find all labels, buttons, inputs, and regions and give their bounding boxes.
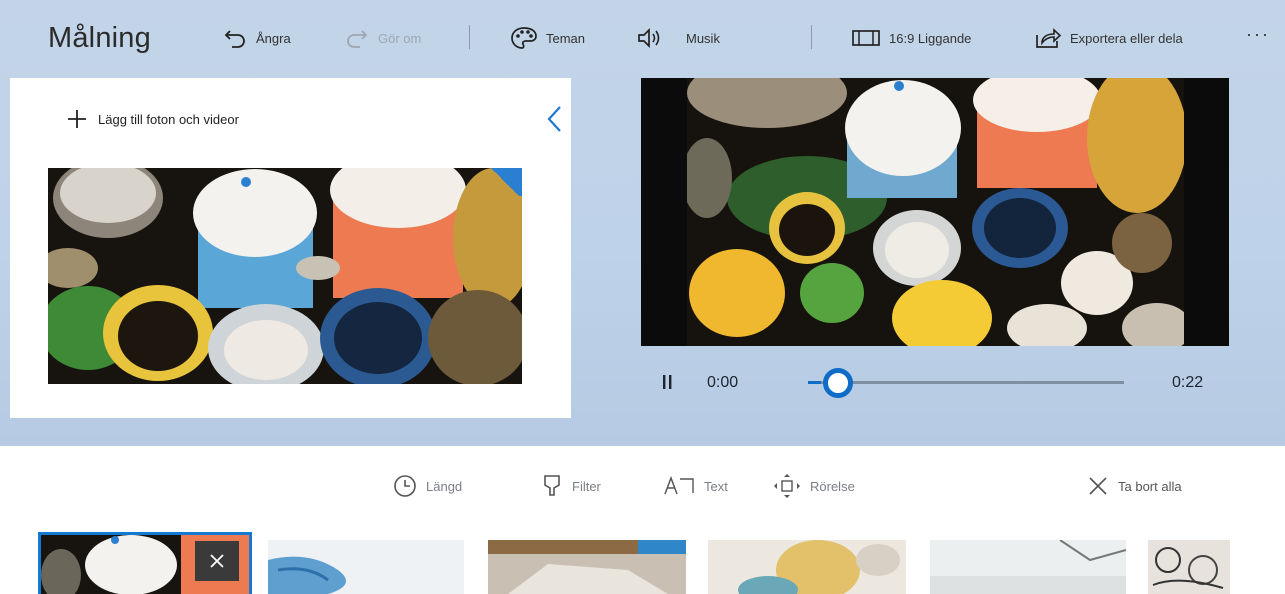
sketch-image xyxy=(930,540,1126,594)
close-icon xyxy=(210,554,224,568)
toolbar-divider xyxy=(469,25,470,49)
remove-all-button[interactable]: Ta bort alla xyxy=(1086,474,1182,498)
selection-corner-marker xyxy=(488,168,522,196)
storyboard-clip[interactable] xyxy=(1148,540,1230,594)
editor-area: Målning Ångra Gör om Teman Musik 16:9 Li… xyxy=(0,0,1285,446)
share-icon xyxy=(1036,28,1062,48)
redo-button[interactable]: Gör om xyxy=(344,24,421,52)
motion-label: Rörelse xyxy=(810,478,855,494)
storyboard-clip[interactable] xyxy=(930,540,1126,594)
undo-label: Ångra xyxy=(256,30,291,46)
export-label: Exportera eller dela xyxy=(1070,30,1183,46)
current-time: 0:00 xyxy=(707,374,739,391)
project-library: Lägg till foton och videor xyxy=(10,78,571,418)
paint-cups-image xyxy=(687,78,1184,346)
clock-icon xyxy=(394,475,416,497)
pause-icon xyxy=(663,375,672,389)
more-icon: ··· xyxy=(1246,24,1270,44)
remove-all-label: Ta bort alla xyxy=(1118,478,1182,494)
palette-icon xyxy=(511,27,537,49)
close-icon xyxy=(1089,477,1107,495)
music-button[interactable]: Musik xyxy=(636,24,720,52)
drawing-image xyxy=(1148,540,1230,594)
add-media-label: Lägg till foton och videor xyxy=(98,111,239,127)
paint-brush-image xyxy=(268,540,464,594)
duration-label: Längd xyxy=(426,478,463,494)
motion-button[interactable]: Rörelse xyxy=(772,474,855,498)
themes-label: Teman xyxy=(546,30,586,46)
motion-icon xyxy=(774,474,800,498)
filter-button[interactable]: Filter xyxy=(540,474,601,498)
storyboard-clip[interactable] xyxy=(488,540,686,594)
plus-icon xyxy=(68,110,86,128)
aspect-ratio-icon xyxy=(852,30,880,46)
preview-frame xyxy=(687,78,1184,346)
video-preview[interactable] xyxy=(641,78,1229,346)
paint-jar-image xyxy=(708,540,906,594)
collapse-library-button[interactable] xyxy=(544,104,566,134)
storyboard-clip[interactable] xyxy=(708,540,906,594)
export-button[interactable]: Exportera eller dela xyxy=(1034,24,1183,52)
filter-label: Filter xyxy=(572,478,601,494)
redo-label: Gör om xyxy=(378,30,422,46)
more-button[interactable]: ··· xyxy=(1246,24,1270,45)
total-duration: 0:22 xyxy=(1172,374,1204,391)
text-label: Text xyxy=(704,478,728,494)
redo-icon xyxy=(347,30,368,48)
toolbar: Målning Ångra Gör om Teman Musik 16:9 Li… xyxy=(0,0,1285,76)
paint-cups-image xyxy=(48,168,522,384)
project-title[interactable]: Målning xyxy=(48,22,151,55)
remove-clip-button[interactable] xyxy=(195,541,239,581)
aspect-ratio-button[interactable]: 16:9 Liggande xyxy=(851,24,971,52)
themes-button[interactable]: Teman xyxy=(510,24,585,52)
filter-icon xyxy=(544,475,560,496)
storyboard-clips xyxy=(0,528,1285,594)
seek-bar-thumb[interactable] xyxy=(822,368,853,398)
pause-button[interactable] xyxy=(660,372,676,392)
text-icon xyxy=(664,475,694,495)
aspect-ratio-label: 16:9 Liggande xyxy=(889,30,972,46)
duration-button[interactable]: Längd xyxy=(392,474,462,498)
speaker-icon xyxy=(638,27,660,49)
text-button[interactable]: Text xyxy=(662,474,728,498)
storyboard-clip[interactable] xyxy=(268,540,464,594)
add-media-button[interactable]: Lägg till foton och videor xyxy=(66,108,239,130)
music-label: Musik xyxy=(686,30,720,46)
library-media-thumbnail[interactable] xyxy=(48,168,522,384)
undo-button[interactable]: Ångra xyxy=(224,24,291,52)
seek-bar-progress xyxy=(808,381,821,384)
undo-icon xyxy=(224,30,245,48)
painting-table-image xyxy=(488,540,686,594)
seek-bar[interactable] xyxy=(808,381,1124,384)
storyboard-toolbar: Längd Filter Text Rörelse Ta bort alla xyxy=(0,468,1285,504)
chevron-left-icon xyxy=(547,106,561,132)
toolbar-divider xyxy=(811,25,812,49)
storyboard-clip[interactable] xyxy=(38,532,252,594)
